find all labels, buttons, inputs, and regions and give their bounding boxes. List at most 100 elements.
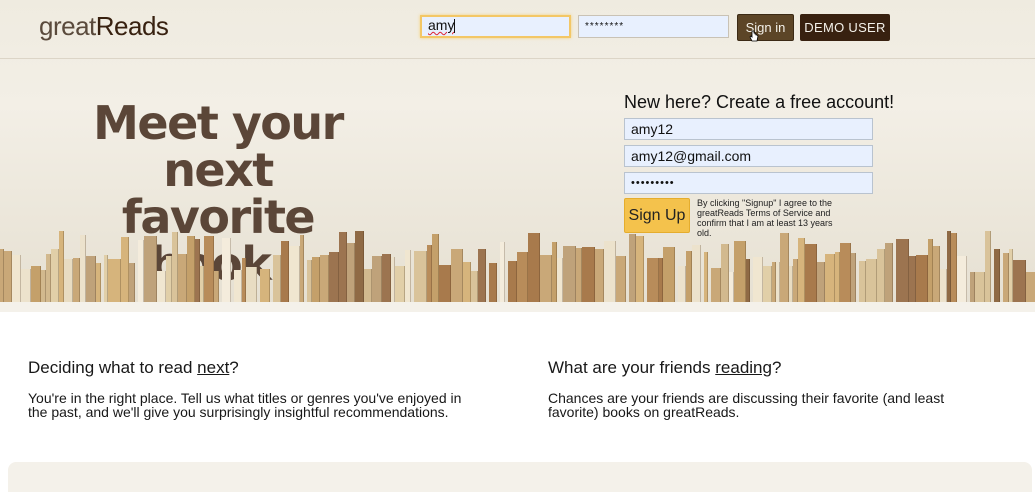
book-spine (347, 243, 355, 302)
book-spine (178, 254, 187, 302)
signup-email-input[interactable]: amy12@gmail.com (624, 145, 873, 167)
book-spine (798, 238, 805, 302)
book-spine (595, 249, 604, 302)
book-spine (957, 256, 967, 302)
book-spine (840, 243, 851, 302)
book-spine (51, 249, 59, 302)
book-spine (975, 272, 985, 302)
hand-cursor-icon (749, 30, 759, 42)
book-spine (339, 232, 347, 302)
book-spine (439, 265, 451, 302)
feature-title-prefix: What are your friends (548, 358, 716, 377)
bottom-panel (8, 462, 1032, 492)
book-spine (312, 257, 320, 302)
sign-in-button[interactable]: Sign in (737, 14, 794, 41)
book-spine (281, 241, 289, 302)
book-spine (711, 268, 721, 302)
signup-name-input[interactable]: amy12 (624, 118, 873, 140)
signup-title: New here? Create a free account! (624, 92, 895, 112)
book-spine (382, 254, 391, 302)
book-spine (4, 251, 12, 302)
book-spine (994, 249, 1000, 302)
book-spine (478, 249, 486, 302)
feature-title-suffix: ? (229, 358, 239, 377)
book-spine (86, 256, 96, 302)
book-spine (780, 233, 789, 302)
book-spine (204, 236, 214, 302)
book-spine (31, 266, 41, 302)
book-spine (364, 269, 372, 302)
book-spine (246, 267, 257, 302)
feature-title-friends: What are your friends reading? (548, 358, 781, 378)
bookshelf-image (0, 227, 1035, 302)
feature-title-recommendations: Deciding what to read next? (28, 358, 239, 378)
book-spine (636, 236, 644, 302)
book-spine (355, 231, 364, 302)
book-spine (405, 250, 411, 302)
book-spine (432, 234, 439, 302)
book-spine (144, 236, 157, 302)
book-spine (647, 258, 659, 302)
book-spine (540, 255, 552, 302)
book-spine (500, 242, 505, 302)
book-spine (187, 236, 195, 302)
logo[interactable]: greatReads (39, 11, 169, 42)
book-spine (940, 269, 947, 302)
demo-user-button[interactable]: DEMO USER (800, 14, 890, 41)
book-spine (528, 233, 540, 302)
signin-password-input[interactable]: ******** (578, 15, 729, 38)
book-spine (604, 241, 616, 302)
feature-title-prefix: Deciding what to read (28, 358, 198, 377)
tagline-line-1: Meet your next (93, 96, 344, 197)
book-spine (517, 252, 528, 302)
book-spine (21, 269, 31, 302)
book-spine (234, 270, 242, 302)
book-spine (64, 259, 73, 302)
book-spine (896, 239, 909, 302)
book-spine (12, 255, 21, 302)
book-spine (629, 234, 636, 302)
book-spine (289, 246, 300, 302)
book-spine (866, 259, 877, 302)
book-spine (825, 254, 835, 302)
book-spine (157, 271, 166, 302)
book-spine (877, 249, 885, 302)
book-spine (985, 231, 991, 302)
hero-banner: greatReads amy ******** Sign in DEMO USE… (0, 0, 1035, 302)
book-spine (463, 262, 471, 302)
book-spine (851, 253, 856, 302)
book-spine (933, 246, 940, 302)
book-spine (300, 235, 304, 302)
hero-bottom-strip (0, 302, 1035, 312)
book-spine (471, 271, 478, 302)
book-spine (805, 244, 817, 302)
book-spine (129, 263, 135, 302)
book-spine (214, 271, 219, 302)
feature-text-recommendations: You're in the right place. Tell us what … (28, 390, 462, 420)
feature-text-friends: Chances are your friends are discussing … (548, 390, 945, 420)
book-spine (678, 266, 686, 302)
book-spine (817, 262, 825, 302)
book-spine (563, 246, 576, 302)
header-divider (0, 58, 1035, 59)
book-spine (746, 259, 750, 302)
book-spine (1013, 260, 1026, 302)
book-spine (734, 241, 746, 302)
book-spine (916, 255, 928, 302)
book-spine (395, 266, 405, 302)
book-spine (414, 251, 427, 302)
logo-great: great (39, 11, 96, 41)
book-spine (320, 255, 329, 302)
reading-link[interactable]: reading (715, 358, 772, 377)
signin-username-input[interactable]: amy (420, 15, 571, 38)
book-spine (582, 247, 595, 302)
signup-password-input[interactable]: ••••••••• (624, 172, 873, 194)
book-spine (692, 245, 701, 302)
logo-reads: Reads (95, 11, 169, 41)
signin-password-value: ******** (585, 21, 625, 32)
next-link[interactable]: next (197, 358, 229, 377)
book-spine (489, 263, 497, 302)
book-spine (451, 249, 463, 302)
book-spine (260, 269, 270, 302)
book-spine (73, 258, 80, 302)
